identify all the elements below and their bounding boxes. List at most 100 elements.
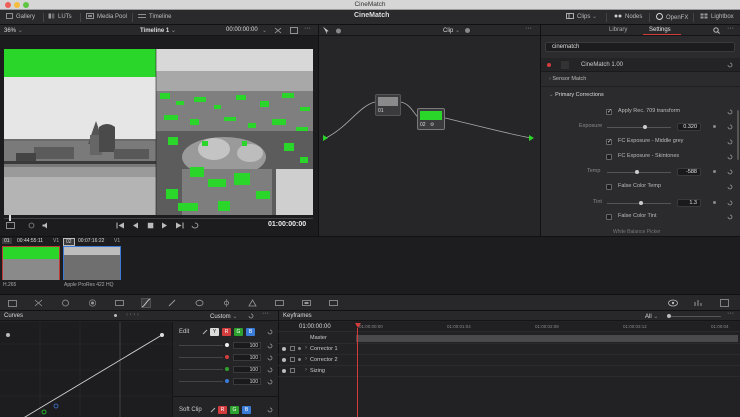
volume-icon[interactable]: [42, 222, 50, 229]
hdr-icon[interactable]: [88, 299, 97, 307]
info-icon[interactable]: [694, 299, 704, 307]
keyframes-icon[interactable]: [720, 299, 730, 307]
3d-icon[interactable]: [329, 299, 338, 307]
slider-knob[interactable]: [639, 201, 643, 205]
reset-icon[interactable]: [727, 109, 733, 115]
section-primary-corrections[interactable]: ⌄ Primary Corrections: [549, 92, 604, 98]
curves-mode-selector[interactable]: Custom ⌄: [210, 313, 237, 320]
channel-y-button[interactable]: Y: [210, 328, 219, 336]
expand-arrow-icon[interactable]: ›: [305, 356, 307, 362]
keyframe-zoom-slider[interactable]: [671, 316, 721, 317]
pointer-icon[interactable]: [323, 27, 329, 34]
color-match-icon[interactable]: [34, 299, 43, 307]
keyframe-filter-selector[interactable]: All ⌄: [645, 313, 658, 320]
track-corrector-2[interactable]: › Corrector 2: [278, 355, 740, 366]
timeline-button[interactable]: Timeline: [138, 13, 171, 22]
go-to-start-icon[interactable]: [116, 222, 125, 229]
link-icon[interactable]: [202, 329, 208, 335]
expand-arrow-icon[interactable]: ›: [305, 367, 307, 373]
reset-icon[interactable]: [248, 313, 254, 319]
go-to-end-icon[interactable]: [175, 222, 184, 229]
scopes-icon[interactable]: [668, 299, 678, 307]
exposure-slider[interactable]: [607, 125, 671, 129]
node-editor[interactable]: 01 02 ⚙: [318, 36, 540, 236]
track-master[interactable]: Master: [278, 333, 740, 344]
fullscreen-icon[interactable]: [290, 27, 298, 34]
track-keyframe-dot[interactable]: [298, 358, 301, 361]
viewer-options-icon[interactable]: ···: [304, 25, 311, 32]
nodes-button[interactable]: Nodes: [614, 13, 642, 22]
softclip-g-button[interactable]: G: [230, 406, 239, 414]
channel-r-button[interactable]: R: [222, 328, 231, 336]
plugin-enable-toggle[interactable]: [547, 63, 551, 67]
b-intensity-value[interactable]: 100: [233, 378, 261, 385]
play-icon[interactable]: [161, 222, 168, 229]
track-lock-icon[interactable]: [290, 368, 295, 373]
zoom-selector[interactable]: 36% ⌄: [4, 27, 23, 34]
sizing-icon[interactable]: [302, 299, 311, 307]
luts-button[interactable]: LUTs: [48, 13, 72, 22]
keyframe-dot[interactable]: [713, 170, 716, 173]
track-keyframe-dot[interactable]: [298, 347, 301, 350]
false-color-tint-checkbox[interactable]: [606, 214, 612, 220]
tab-settings[interactable]: Settings: [649, 27, 671, 33]
keyframe-dot[interactable]: [713, 201, 716, 204]
node-options-icon[interactable]: ···: [525, 25, 532, 32]
keyframe-playhead[interactable]: [357, 328, 358, 417]
softclip-b-button[interactable]: B: [242, 406, 251, 414]
curves-nav-icons[interactable]: ‹ ‹ › ›: [126, 312, 139, 318]
curves-options-icon[interactable]: ···: [262, 310, 269, 317]
search-input[interactable]: cinematch: [545, 42, 735, 52]
reset-icon[interactable]: [267, 367, 273, 373]
clip-thumbnail-02[interactable]: 02 00:07:16:22 V1: [63, 238, 123, 280]
timecode-dropdown-icon[interactable]: ⌄: [262, 27, 267, 34]
openfx-button[interactable]: OpenFX: [656, 13, 688, 22]
reset-icon[interactable]: [727, 139, 733, 145]
reset-icon[interactable]: [267, 329, 273, 335]
node-01[interactable]: 01: [375, 94, 401, 116]
clip-thumbnail-01[interactable]: 01 00:44:55:11 V1: [2, 238, 62, 280]
track-enable-dot[interactable]: [282, 369, 286, 373]
color-wheels-icon[interactable]: [61, 299, 70, 307]
qualifier-icon[interactable]: [168, 299, 177, 307]
viewer-scrubber[interactable]: [4, 218, 313, 219]
node-02[interactable]: 02 ⚙: [417, 108, 445, 130]
stop-icon[interactable]: [147, 222, 154, 229]
fc-middle-grey-checkbox[interactable]: [606, 138, 612, 145]
keyframe-ruler[interactable]: 01:00:00:00 01:00:00:00 01:00:01:04 01:0…: [278, 322, 740, 332]
gallery-button[interactable]: Gallery: [6, 13, 35, 22]
keyframe-playhead-marker[interactable]: [355, 323, 361, 328]
y-intensity-slider[interactable]: [179, 345, 223, 346]
g-intensity-value[interactable]: 100: [233, 366, 261, 373]
viewer-mode-icon[interactable]: [6, 222, 20, 229]
lightbox-button[interactable]: Lightbox: [700, 13, 734, 22]
camera-raw-icon[interactable]: [8, 299, 17, 307]
tint-value[interactable]: 1.3: [677, 199, 701, 207]
tab-library[interactable]: Library: [609, 27, 627, 33]
node-mode-selector[interactable]: Clip ⌄: [443, 27, 460, 34]
hand-icon[interactable]: [335, 27, 342, 34]
viewer-image[interactable]: [4, 49, 313, 215]
channel-b-button[interactable]: B: [246, 328, 255, 336]
channel-g-button[interactable]: G: [234, 328, 243, 336]
false-color-temp-checkbox[interactable]: [606, 184, 612, 190]
reset-icon[interactable]: [727, 169, 733, 175]
fc-skintones-checkbox[interactable]: [606, 154, 612, 160]
slider-knob[interactable]: [643, 125, 647, 129]
section-sensor-match[interactable]: › Sensor Match: [549, 76, 586, 82]
temp-value[interactable]: -588: [677, 168, 701, 176]
keyframe-dot[interactable]: [713, 125, 716, 128]
g-intensity-slider[interactable]: [179, 369, 223, 370]
softclip-r-button[interactable]: R: [218, 406, 227, 414]
reset-icon[interactable]: [267, 355, 273, 361]
reset-icon[interactable]: [727, 154, 733, 160]
apply-rec709-checkbox[interactable]: [606, 108, 612, 115]
curves-icon[interactable]: [141, 298, 151, 308]
clips-button[interactable]: Clips ⌄: [566, 13, 597, 22]
tracker-icon[interactable]: [222, 299, 231, 307]
media-pool-button[interactable]: Media Pool: [86, 13, 127, 22]
slider-knob[interactable]: [635, 170, 639, 174]
blur-icon[interactable]: [248, 299, 257, 307]
r-intensity-slider[interactable]: [179, 357, 223, 358]
b-intensity-slider[interactable]: [179, 381, 223, 382]
